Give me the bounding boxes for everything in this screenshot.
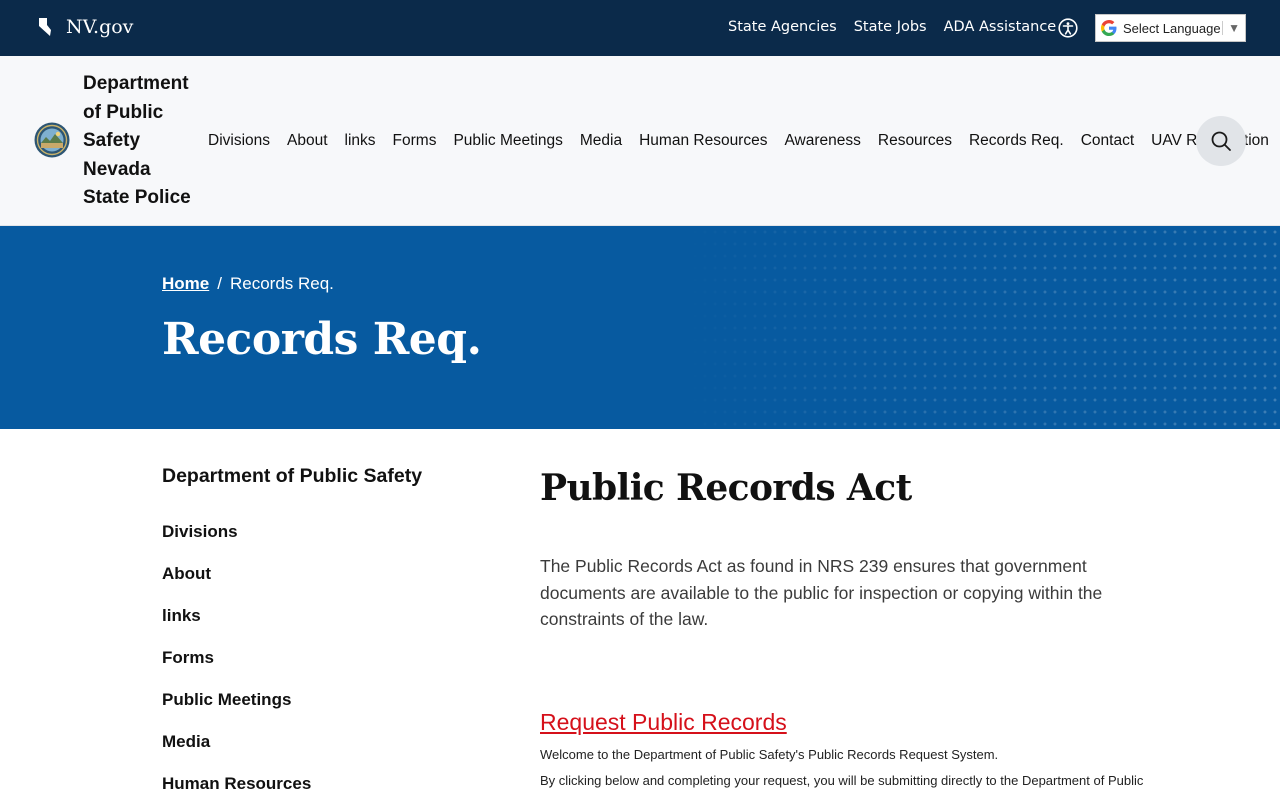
main-navigation: Divisions About links Forms Public Meeti…: [208, 132, 1269, 150]
intro-paragraph: The Public Records Act as found in NRS 2…: [540, 556, 1103, 629]
sidebar-item-human-resources[interactable]: Human Resources: [162, 774, 482, 800]
page-title: Records Req.: [162, 314, 482, 365]
chevron-down-icon: ▼: [1222, 21, 1240, 35]
agency-name-line: Department: [83, 73, 189, 94]
nevada-state-icon: [39, 18, 51, 36]
search-icon: [1211, 131, 1231, 151]
state-agencies-link[interactable]: State Agencies: [728, 19, 837, 35]
state-jobs-link[interactable]: State Jobs: [854, 19, 927, 35]
state-seal-icon[interactable]: [34, 122, 70, 158]
sidebar-item-links[interactable]: links: [162, 606, 482, 648]
nav-item-public-meetings[interactable]: Public Meetings: [453, 132, 562, 150]
accessibility-icon[interactable]: [1058, 18, 1078, 38]
nav-item-forms[interactable]: Forms: [393, 132, 437, 150]
sidebar-item-public-meetings[interactable]: Public Meetings: [162, 690, 482, 732]
hero-pattern: [680, 226, 1280, 429]
agency-name[interactable]: Department of Public Safety Nevada State…: [83, 70, 208, 213]
language-select-label: Select Language: [1123, 20, 1221, 36]
ada-assistance-link[interactable]: ADA Assistance: [944, 19, 1057, 35]
agency-name-line: State Police: [83, 187, 191, 208]
breadcrumb-home-link[interactable]: Home: [162, 274, 209, 294]
nav-item-contact[interactable]: Contact: [1081, 132, 1134, 150]
nvgov-brand: NV.gov: [66, 16, 134, 38]
utility-links: State Agencies State Jobs ADA Assistance: [728, 19, 1056, 35]
nav-item-divisions[interactable]: Divisions: [208, 132, 270, 150]
breadcrumb-current: Records Req.: [229, 274, 334, 293]
agency-name-line: Safety: [83, 130, 141, 151]
nav-item-about[interactable]: About: [287, 132, 328, 150]
nav-item-links[interactable]: links: [345, 132, 376, 150]
language-select[interactable]: Select Language ▼: [1095, 14, 1246, 42]
page-hero: Home / Records Req. Records Req.: [0, 226, 1280, 429]
sidebar-title[interactable]: Department of Public Safety: [162, 465, 482, 488]
sidebar-item-forms[interactable]: Forms: [162, 648, 482, 690]
section-heading: Public Records Act: [540, 467, 912, 509]
request-public-records-link[interactable]: Request Public Records: [540, 709, 787, 736]
sidebar-item-media[interactable]: Media: [162, 732, 482, 774]
nav-item-awareness[interactable]: Awareness: [784, 132, 860, 150]
welcome-text: Welcome to the Department of Public Safe…: [540, 746, 999, 762]
breadcrumb-separator: /: [217, 274, 222, 293]
nav-item-human-resources[interactable]: Human Resources: [639, 132, 767, 150]
nav-item-resources[interactable]: Resources: [878, 132, 952, 150]
top-utility-bar: NV.gov State Agencies State Jobs ADA Ass…: [0, 0, 1280, 56]
breadcrumb: Home / Records Req.: [162, 274, 334, 294]
google-icon: [1101, 20, 1117, 36]
main-content: Public Records Act The Public Records Ac…: [540, 467, 1170, 788]
agency-name-line: Nevada: [83, 158, 151, 180]
site-header: Department of Public Safety Nevada State…: [0, 56, 1280, 226]
sidebar-item-about[interactable]: About: [162, 564, 482, 606]
nav-item-media[interactable]: Media: [580, 132, 622, 150]
agency-name-line: of Public: [83, 101, 164, 123]
nav-item-records-req[interactable]: Records Req.: [969, 132, 1064, 150]
search-button[interactable]: [1196, 116, 1246, 166]
sidebar-item-divisions[interactable]: Divisions: [162, 522, 482, 564]
submission-note: By clicking below and completing your re…: [540, 772, 1144, 788]
sidebar-navigation: Department of Public Safety Divisions Ab…: [162, 465, 482, 800]
nvgov-home-link[interactable]: NV.gov: [38, 16, 133, 38]
